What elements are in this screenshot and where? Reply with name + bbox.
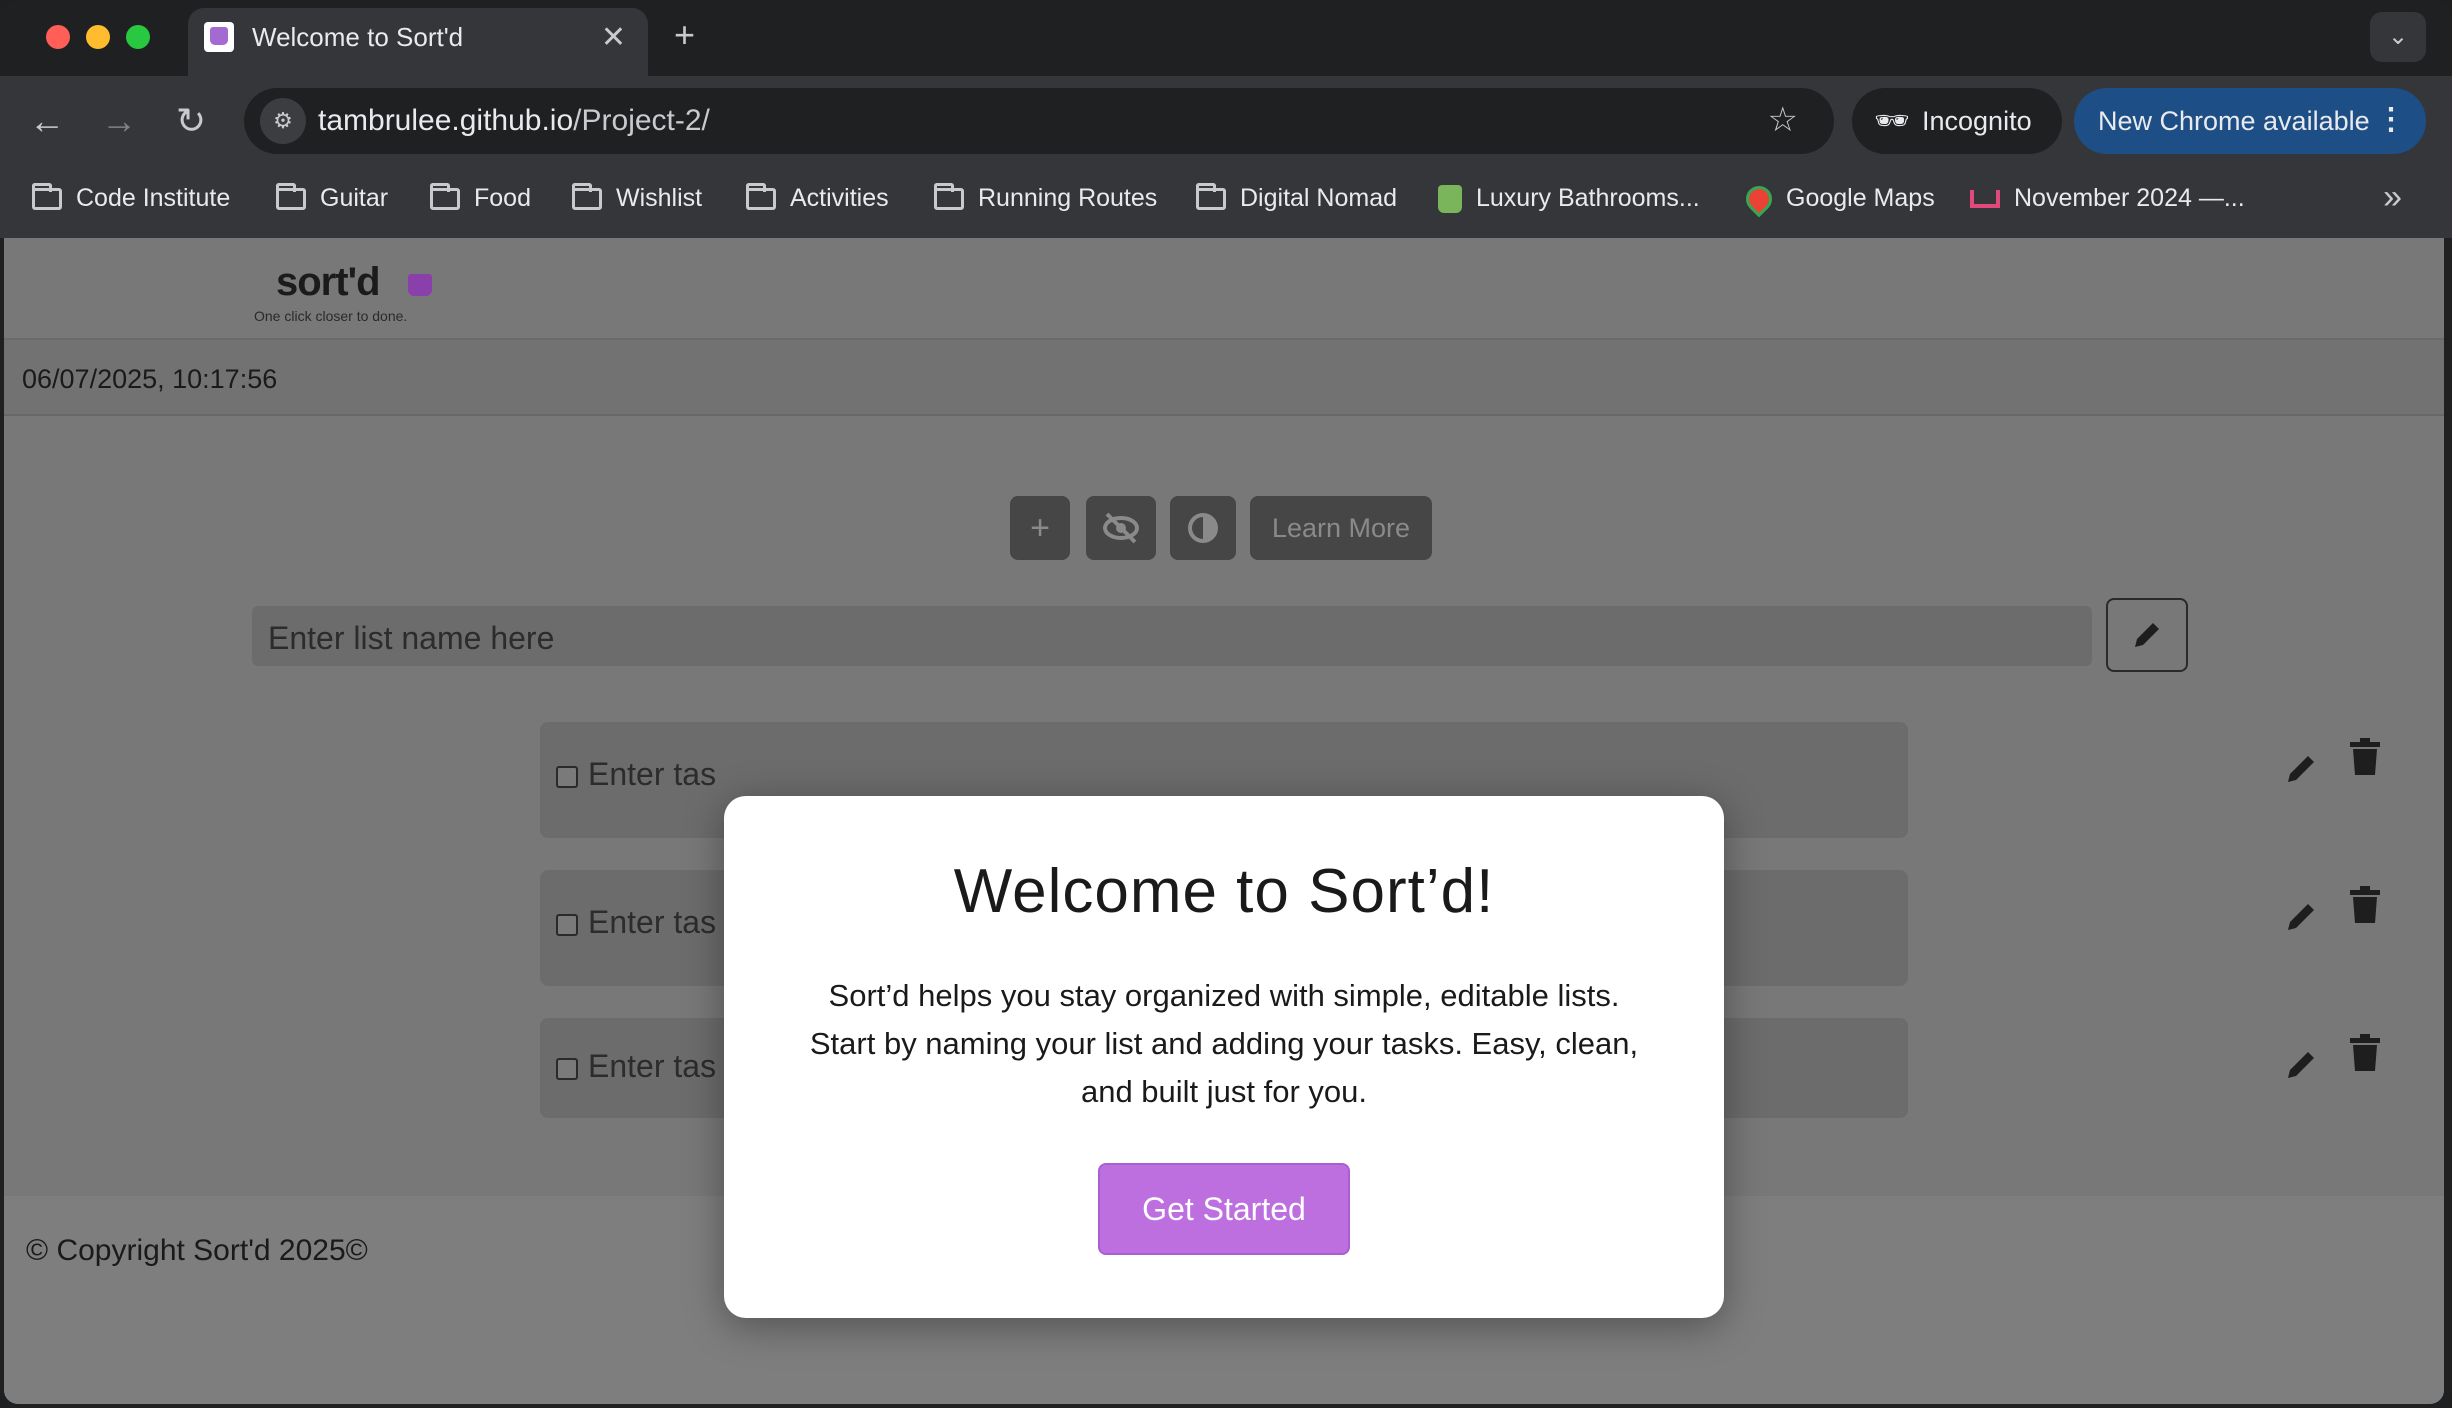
folder-icon [746, 182, 776, 210]
bookmark-label: November 2024 —... [2014, 184, 2245, 212]
maps-pin-icon [1740, 180, 1778, 217]
task-input[interactable]: Enter tas [588, 904, 716, 941]
contrast-icon [1188, 513, 1218, 543]
bookmark-label: Google Maps [1786, 184, 1935, 212]
browser-toolbar: ← → ↻ ⚙ tambrulee.github.io/Project-2/ ☆… [0, 76, 2452, 166]
tab-favicon [204, 22, 234, 52]
bookmark-code-institute[interactable]: Code Institute [32, 182, 231, 213]
bookmark-wishlist[interactable]: Wishlist [572, 182, 703, 213]
incognito-indicator[interactable]: 🕶 Incognito [1852, 88, 2062, 154]
task-checkbox[interactable] [556, 914, 578, 936]
chrome-update-label: New Chrome available [2098, 106, 2370, 136]
bookmark-label: Luxury Bathrooms... [1476, 184, 1700, 212]
copyright-text: © Copyright Sort'd 2025© [26, 1234, 368, 1267]
folder-icon [1196, 182, 1226, 210]
reload-button[interactable]: ↻ [166, 96, 216, 146]
logo-tagline: One click closer to done. [254, 308, 408, 324]
kebab-menu-icon[interactable]: ⋮ [2376, 102, 2406, 137]
bookmark-activities[interactable]: Activities [746, 182, 889, 213]
url-text[interactable]: tambrulee.github.io/Project-2/ [318, 104, 710, 138]
sofa-icon [1970, 189, 2000, 208]
incognito-label: Incognito [1922, 106, 2032, 136]
bookmark-google-maps[interactable]: Google Maps [1740, 180, 1935, 217]
bookmark-digital-nomad[interactable]: Digital Nomad [1196, 182, 1398, 213]
bookmark-food[interactable]: Food [430, 182, 531, 213]
folder-icon [32, 182, 62, 210]
bookmark-label: Guitar [320, 184, 389, 212]
modal-title: Welcome to Sort’d! [953, 857, 1495, 926]
task-checkbox[interactable] [556, 766, 578, 788]
get-started-button[interactable]: Get Started [1098, 1163, 1350, 1255]
contrast-toggle-button[interactable] [1170, 496, 1236, 560]
delete-task-trash-icon[interactable] [2348, 738, 2382, 776]
folder-icon [934, 182, 964, 210]
task-checkbox[interactable] [556, 1058, 578, 1080]
edit-task-pencil-icon[interactable] [2282, 748, 2322, 788]
site-info-icon[interactable]: ⚙ [260, 98, 306, 144]
bookmark-label: Activities [790, 184, 889, 212]
tab-close-icon[interactable]: ✕ [601, 20, 626, 55]
edit-list-name-button[interactable] [2106, 598, 2188, 672]
bookmarks-bar: Code Institute Guitar Food Wishlist Acti… [0, 166, 2452, 238]
shopify-icon [1438, 184, 1462, 213]
learn-more-button[interactable]: Learn More [1250, 496, 1432, 560]
incognito-icon: 🕶 [1874, 105, 1910, 136]
folder-icon [572, 182, 602, 210]
back-button[interactable]: ← [22, 96, 72, 146]
bookmark-running-routes[interactable]: Running Routes [934, 182, 1158, 213]
welcome-modal: Welcome to Sort’d! Sort’d helps you stay… [724, 796, 1724, 1318]
pencil-icon [2135, 623, 2159, 647]
folder-icon [430, 182, 460, 210]
logo-wordmark[interactable]: sort'd [276, 260, 381, 305]
delete-task-trash-icon[interactable] [2348, 1034, 2382, 1072]
tab-search-button[interactable]: ⌄ [2370, 12, 2426, 62]
bookmark-label: Wishlist [616, 184, 703, 212]
task-input[interactable]: Enter tas [588, 756, 716, 793]
list-name-placeholder: Enter list name here [268, 620, 555, 656]
modal-body: Sort’d helps you stay organized with sim… [809, 978, 1639, 1109]
chrome-update-button[interactable]: New Chrome available ⋮ [2074, 88, 2426, 154]
add-task-button[interactable]: + [1010, 496, 1070, 560]
bookmark-luxury-bathrooms[interactable]: Luxury Bathrooms... [1438, 184, 1700, 213]
thumbs-up-icon [408, 274, 432, 296]
bookmark-label: Code Institute [76, 184, 231, 212]
delete-task-trash-icon[interactable] [2348, 886, 2382, 924]
bookmark-label: Running Routes [978, 184, 1158, 212]
url-host: tambrulee.github.io [318, 104, 574, 137]
close-window-button[interactable] [46, 25, 70, 49]
forward-button[interactable]: → [94, 96, 144, 146]
folder-icon [276, 182, 306, 210]
title-bar: Welcome to Sort'd ✕ + ⌄ [0, 0, 2452, 76]
maximize-window-button[interactable] [126, 25, 150, 49]
date-bar: 06/07/2025, 10:17:56 [4, 340, 2444, 416]
current-datetime: 06/07/2025, 10:17:56 [22, 364, 278, 394]
hide-completed-button[interactable] [1086, 496, 1156, 560]
list-name-input[interactable]: Enter list name here [252, 606, 2092, 666]
edit-task-pencil-icon[interactable] [2282, 1044, 2322, 1084]
edit-task-pencil-icon[interactable] [2282, 896, 2322, 936]
bookmark-star-icon[interactable]: ☆ [1768, 100, 1798, 140]
thumbs-up-icon [210, 27, 228, 45]
task-input[interactable]: Enter tas [588, 1048, 716, 1085]
tab-title: Welcome to Sort'd [252, 22, 464, 52]
bookmark-november-2024[interactable]: November 2024 —... [1970, 184, 2245, 213]
bookmarks-overflow-icon[interactable]: » [2383, 178, 2402, 217]
bookmark-guitar[interactable]: Guitar [276, 182, 389, 213]
new-tab-button[interactable]: + [674, 14, 695, 56]
bookmark-label: Digital Nomad [1240, 184, 1398, 212]
eye-slash-icon [1103, 512, 1139, 544]
tab-welcome[interactable]: Welcome to Sort'd ✕ [188, 8, 648, 76]
minimize-window-button[interactable] [86, 25, 110, 49]
url-path: /Project-2/ [573, 104, 710, 137]
browser-window: Welcome to Sort'd ✕ + ⌄ ← → ↻ ⚙ tambrule… [0, 0, 2452, 1408]
bookmark-label: Food [474, 184, 531, 212]
page-viewport: sort'd One click closer to done. 06/07/2… [4, 238, 2444, 1404]
address-bar[interactable]: ⚙ tambrulee.github.io/Project-2/ ☆ [244, 88, 1834, 154]
